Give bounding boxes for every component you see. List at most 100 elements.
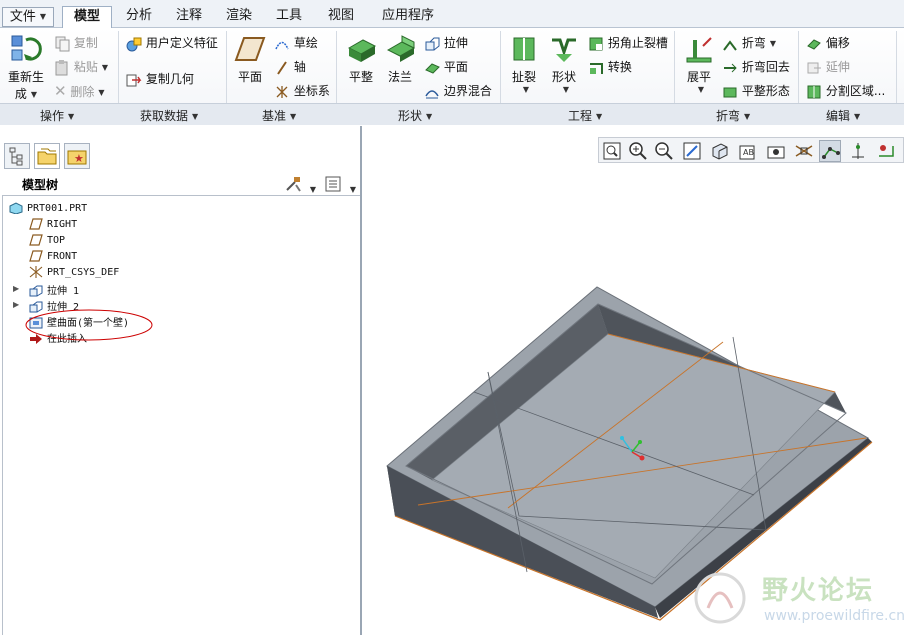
axis-button[interactable]: 轴	[274, 58, 306, 76]
unbend-button[interactable]: 展平 ▼	[680, 34, 718, 94]
datum-plane-label: 平面	[237, 70, 262, 84]
offset-icon	[807, 38, 821, 50]
copy-icon	[55, 36, 70, 51]
file-menu[interactable]: 文件 ▼	[2, 7, 54, 27]
boundary-blend-icon	[425, 89, 439, 98]
boundary-blend-button[interactable]: 边界混合	[424, 82, 492, 100]
delete-button[interactable]: ✕ 删除 ▼	[54, 82, 105, 100]
model-tree-title: 模型树	[22, 178, 59, 192]
group-datum[interactable]: 基准 ▼	[262, 107, 296, 124]
star-folder-icon: ★	[67, 150, 87, 165]
form-button[interactable]: 形状 ▼	[546, 34, 582, 94]
sketch-button[interactable]: 草绘	[274, 34, 318, 52]
tree-item-right[interactable]: RIGHT	[29, 218, 77, 230]
chevron-down-icon: ▼	[192, 112, 199, 121]
axis-display-icon[interactable]	[819, 140, 841, 162]
offset-button[interactable]: 偏移	[806, 34, 850, 52]
bend-label: 折弯	[741, 36, 766, 50]
chevron-down-icon: ▼	[30, 90, 38, 99]
highlight-ellipse	[25, 309, 153, 341]
group-engineering[interactable]: 工程 ▼	[568, 107, 602, 124]
zoom-in-icon[interactable]	[627, 140, 649, 162]
forum-watermark: 野火论坛 www.proewildfire.cn	[690, 568, 904, 628]
favorites-tab[interactable]: ★	[64, 143, 90, 169]
extend-button[interactable]: 延伸	[806, 58, 850, 76]
repaint-icon[interactable]	[681, 140, 703, 162]
group-operations[interactable]: 操作 ▼	[40, 107, 74, 124]
flat-pattern-label: 平整形态	[741, 84, 790, 98]
watermark-url: www.proewildfire.cn	[764, 608, 904, 624]
tab-analysis[interactable]: 分析	[116, 6, 162, 28]
tree-item-extrude-1[interactable]: 拉伸 1	[29, 282, 79, 297]
tree-item-part[interactable]: PRT001.PRT	[9, 202, 87, 214]
view-manager-icon[interactable]	[765, 140, 787, 162]
tree-item-label: FRONT	[47, 251, 78, 262]
extrude-icon	[29, 285, 43, 297]
corner-relief-button[interactable]: 拐角止裂槽	[588, 34, 668, 52]
tab-applications[interactable]: 应用程序	[370, 6, 446, 28]
group-editing[interactable]: 编辑 ▼	[826, 107, 860, 124]
tree-view-button[interactable]: ▼	[324, 175, 356, 196]
ribbon-group-labels: 操作 ▼ 获取数据 ▼ 基准 ▼ 形状 ▼ 工程 ▼ 折弯 ▼ 编辑 ▼	[0, 103, 904, 125]
tree-settings-button[interactable]: ▼	[284, 175, 316, 196]
saved-views-icon[interactable]: AB	[737, 140, 759, 162]
flat-pattern-button[interactable]: 平整形态	[722, 82, 790, 100]
watermark-title: 野火论坛	[762, 576, 875, 606]
plane-display-icon[interactable]	[793, 140, 815, 162]
flange-label: 法兰	[387, 70, 412, 84]
tab-annotate[interactable]: 注释	[166, 6, 212, 28]
chevron-down-icon: ▼	[290, 112, 297, 121]
group-get-data[interactable]: 获取数据 ▼	[140, 107, 198, 124]
delete-label: 删除	[70, 85, 95, 99]
model-tree-tab[interactable]	[4, 143, 30, 169]
tab-model[interactable]: 模型	[62, 6, 112, 29]
udf-icon	[126, 37, 142, 51]
bend-back-button[interactable]: 折弯回去	[722, 58, 790, 76]
planar-button[interactable]: 平整	[342, 34, 380, 85]
rip-label-wrap: 扯裂	[504, 68, 544, 85]
extrude-icon	[425, 37, 440, 50]
tree-item-top[interactable]: TOP	[29, 234, 65, 246]
csys-display-icon[interactable]	[875, 140, 897, 162]
copy-button[interactable]: 复制	[54, 34, 98, 52]
group-bends[interactable]: 折弯 ▼	[716, 107, 750, 124]
flat-button[interactable]: 平面	[424, 58, 468, 76]
tab-tools[interactable]: 工具	[266, 6, 312, 28]
copy-geometry-button[interactable]: 复制几何	[126, 70, 194, 88]
tab-view[interactable]: 视图	[318, 6, 364, 28]
group-shapes[interactable]: 形状 ▼	[398, 107, 432, 124]
udf-button[interactable]: 用户定义特征	[126, 34, 218, 52]
csys-icon	[276, 85, 288, 98]
rip-button[interactable]: 扯裂 ▼	[504, 34, 544, 94]
tab-render[interactable]: 渲染	[216, 6, 262, 28]
bend-button[interactable]: 折弯 ▼	[722, 34, 776, 52]
chevron-down-icon: ▼	[744, 112, 751, 121]
datum-plane-button[interactable]: 平面	[230, 34, 270, 85]
flange-button[interactable]: 法兰	[382, 34, 418, 85]
planar-wall-icon	[347, 39, 377, 62]
list-icon	[325, 176, 341, 192]
regenerate-button[interactable]: 重新生 成 ▼	[6, 32, 46, 102]
zoom-out-icon[interactable]	[653, 140, 675, 162]
model-viewport[interactable]	[364, 165, 904, 635]
display-style-icon[interactable]	[709, 140, 731, 162]
expand-arrow-icon[interactable]: ▶	[13, 300, 19, 309]
expand-arrow-icon[interactable]: ▶	[13, 284, 19, 293]
tree-item-csys[interactable]: PRT_CSYS_DEF	[29, 266, 119, 278]
rip-label: 扯裂	[511, 70, 536, 84]
svg-text:AB: AB	[743, 148, 754, 157]
flat-pattern-icon	[723, 87, 737, 97]
paste-button[interactable]: 粘贴 ▼	[54, 58, 108, 76]
refit-icon[interactable]	[601, 140, 623, 162]
chevron-down-icon: ▼	[39, 12, 47, 21]
split-area-button[interactable]: 分割区域...	[806, 82, 885, 100]
csys-button[interactable]: 坐标系	[274, 82, 330, 100]
extrude-button[interactable]: 拉伸	[424, 34, 468, 52]
point-display-icon[interactable]	[847, 140, 869, 162]
model-tree: PRT001.PRT RIGHT TOP FRONT PRT_CSYS_DEF …	[2, 196, 360, 635]
tree-item-label: PRT_CSYS_DEF	[47, 267, 120, 278]
tree-item-front[interactable]: FRONT	[29, 250, 77, 262]
split-area-icon	[807, 85, 821, 98]
folder-browser-tab[interactable]	[34, 143, 60, 169]
convert-button[interactable]: 转换	[588, 58, 632, 76]
